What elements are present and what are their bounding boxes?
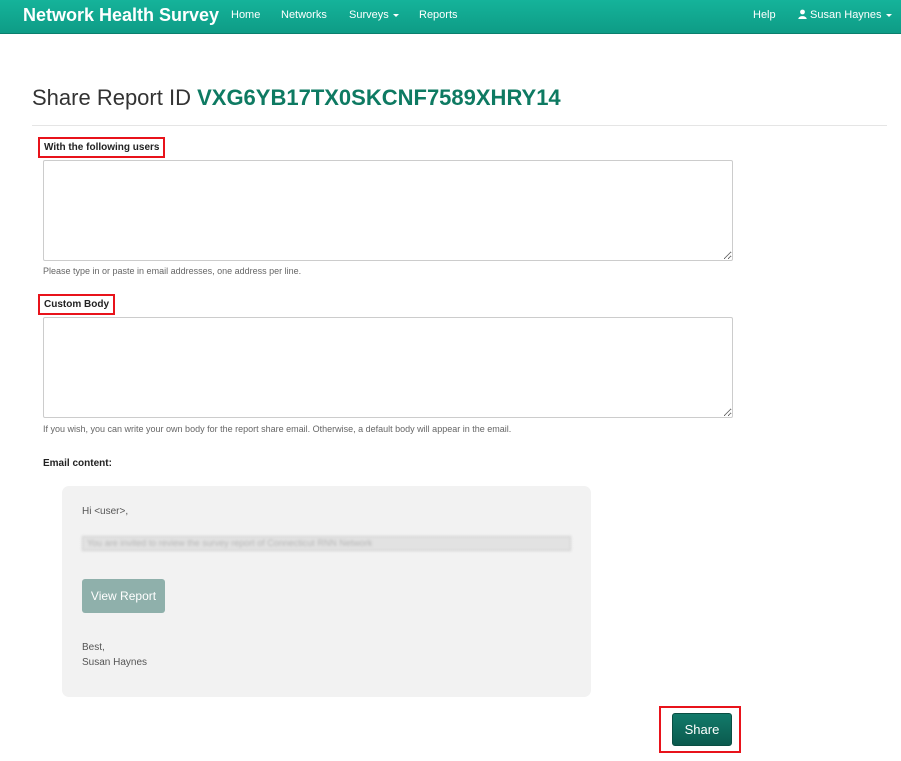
page-title-prefix: Share Report ID xyxy=(32,85,191,110)
custom-body-textarea[interactable] xyxy=(43,317,733,418)
chevron-down-icon xyxy=(392,13,399,17)
report-id: VXG6YB17TX0SKCNF7589XHRY14 xyxy=(197,85,561,110)
custom-body-help-text: If you wish, you can write your own body… xyxy=(43,424,512,434)
email-preview: Hi <user>, You are invited to review the… xyxy=(62,486,591,697)
nav-reports[interactable]: Reports xyxy=(419,9,458,21)
custom-body-label: Custom Body xyxy=(38,294,115,315)
nav-surveys-dropdown[interactable]: Surveys xyxy=(349,9,399,21)
share-button-highlight: Share xyxy=(659,706,741,753)
nav-help[interactable]: Help xyxy=(753,9,776,21)
top-navbar: Network Health Survey Home Networks Surv… xyxy=(0,0,901,34)
chevron-down-icon xyxy=(885,13,892,17)
page-title: Share Report ID VXG6YB17TX0SKCNF7589XHRY… xyxy=(32,85,561,111)
users-field-label: With the following users xyxy=(38,137,166,158)
share-button[interactable]: Share xyxy=(672,713,732,746)
email-signoff: Best, xyxy=(82,642,105,653)
email-sender: Susan Haynes xyxy=(82,657,148,668)
users-help-text: Please type in or paste in email address… xyxy=(43,266,302,276)
email-greeting: Hi <user>, xyxy=(82,506,129,517)
user-name: Susan Haynes xyxy=(810,9,882,21)
nav-home[interactable]: Home xyxy=(231,9,260,21)
user-menu-dropdown[interactable]: Susan Haynes xyxy=(798,9,892,21)
email-body-line: You are invited to review the survey rep… xyxy=(82,536,571,551)
user-icon xyxy=(798,9,807,19)
title-divider xyxy=(32,125,887,126)
nav-networks[interactable]: Networks xyxy=(281,9,327,21)
email-content-label: Email content: xyxy=(43,458,112,469)
brand-logo-link[interactable]: Network Health Survey xyxy=(23,5,219,26)
users-emails-textarea[interactable] xyxy=(43,160,733,261)
view-report-button[interactable]: View Report xyxy=(82,579,165,613)
nav-surveys-label: Surveys xyxy=(349,9,389,21)
